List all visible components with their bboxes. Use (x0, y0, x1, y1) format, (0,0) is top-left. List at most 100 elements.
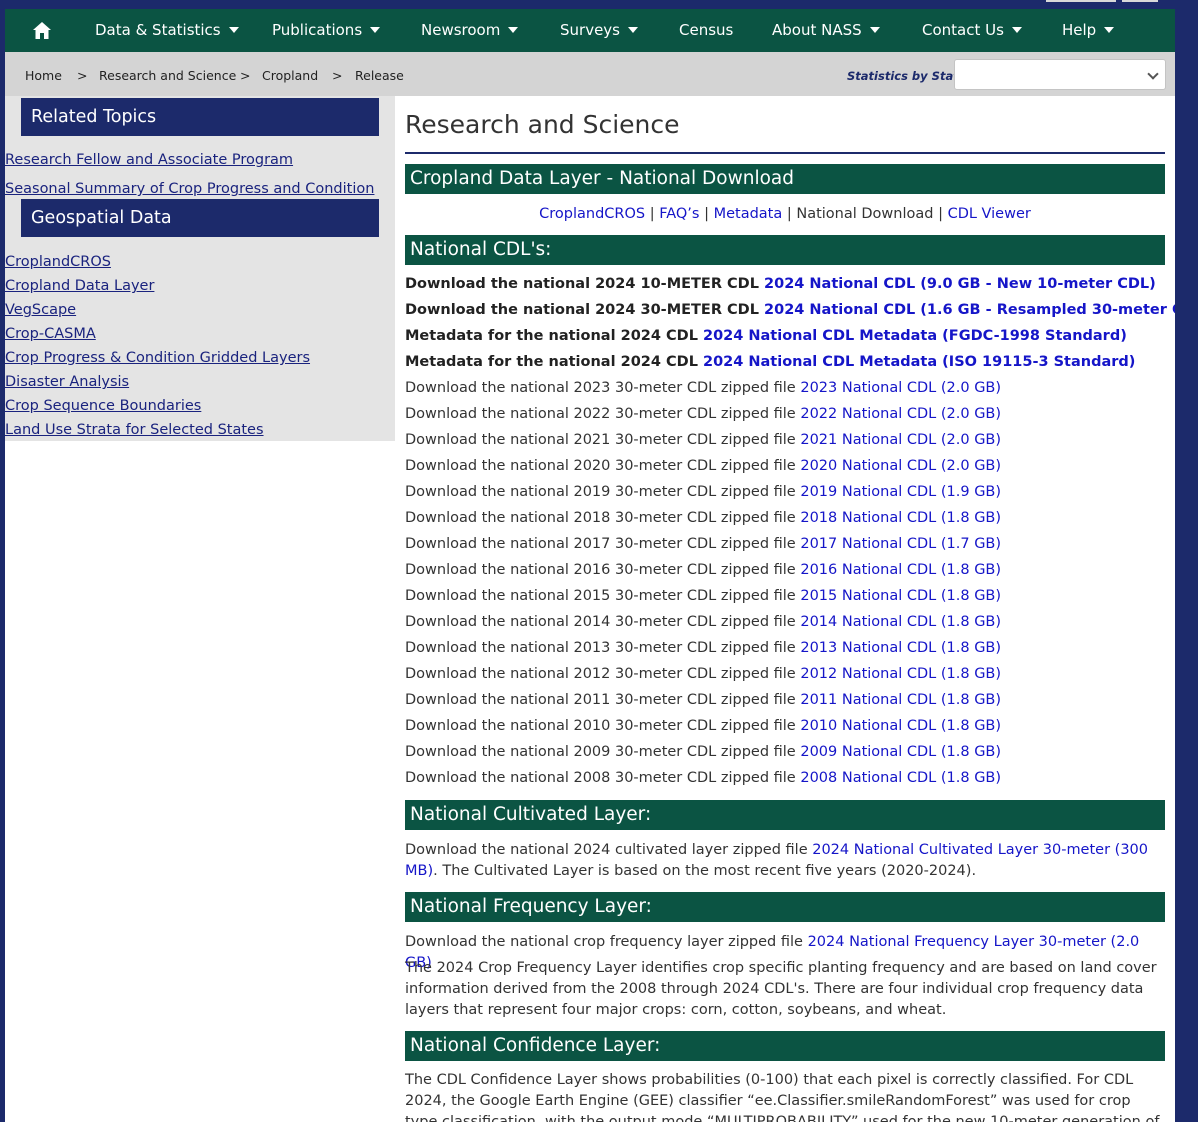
download-link[interactable]: 2011 National CDL (1.8 GB) (800, 692, 1001, 708)
download-row: Download the national 2019 30-meter CDL … (405, 484, 1001, 500)
breadcrumb-separator: > (77, 68, 88, 83)
caret-down-icon (869, 26, 880, 33)
row-text: Download the national 2024 10-METER CDL (405, 276, 765, 292)
row-text: Download the national 2017 30-meter CDL … (405, 536, 801, 552)
nav-contact-us[interactable]: Contact Us (922, 9, 1022, 52)
breadcrumb-separator: > (332, 68, 343, 83)
download-link[interactable]: 2016 National CDL (1.8 GB) (800, 562, 1001, 578)
subnav-separator: | (704, 206, 709, 222)
metadata-row: Metadata for the national 2024 CDL 2024 … (405, 328, 1127, 344)
download-row: Download the national 2013 30-meter CDL … (405, 640, 1001, 656)
download-link[interactable]: 2020 National CDL (2.0 GB) (800, 458, 1001, 474)
breadcrumb-cropland[interactable]: Cropland (262, 52, 318, 96)
section-heading-frequency: National Frequency Layer: (405, 892, 1165, 922)
row-text: Metadata for the national 2024 CDL (405, 328, 703, 344)
download-link[interactable]: 2019 National CDL (1.9 GB) (800, 484, 1001, 500)
row-text: Download the national 2016 30-meter CDL … (405, 562, 801, 578)
download-row: Download the national 2017 30-meter CDL … (405, 536, 1001, 552)
breadcrumb-release: Release (355, 68, 404, 83)
paragraph-text: Download the national 2024 cultivated la… (405, 842, 813, 858)
sidebar-link-crop-casma[interactable]: Crop-CASMA (5, 326, 96, 342)
section-heading-cultivated: National Cultivated Layer: (405, 800, 1165, 830)
metadata-row: Metadata for the national 2024 CDL 2024 … (405, 354, 1135, 370)
download-row: Download the national 2022 30-meter CDL … (405, 406, 1001, 422)
download-row: Download the national 2010 30-meter CDL … (405, 718, 1001, 734)
nav-surveys[interactable]: Surveys (560, 9, 638, 52)
download-link[interactable]: 2012 National CDL (1.8 GB) (800, 666, 1001, 682)
row-text: Download the national 2012 30-meter CDL … (405, 666, 801, 682)
download-link[interactable]: 2014 National CDL (1.8 GB) (800, 614, 1001, 630)
subnav-separator: | (786, 206, 792, 222)
frequency-description: The 2024 Crop Frequency Layer identifies… (405, 960, 1157, 1018)
download-link[interactable]: 2010 National CDL (1.8 GB) (800, 718, 1001, 734)
breadcrumb-separator: > (240, 68, 251, 83)
section-heading-national-cdls: National CDL's: (405, 235, 1165, 265)
subnav-current: National Download (796, 206, 934, 222)
row-text: Download the national 2020 30-meter CDL … (405, 458, 801, 474)
subnav-metadata[interactable]: Metadata (714, 206, 783, 222)
row-text: Download the national 2021 30-meter CDL … (405, 432, 801, 448)
metadata-link[interactable]: 2024 National CDL Metadata (FGDC-1998 St… (703, 328, 1127, 344)
caret-down-icon (628, 26, 638, 33)
nav-label: Help (1062, 21, 1097, 39)
nav-label: Newsroom (421, 21, 501, 39)
metadata-link[interactable]: 2024 National CDL Metadata (ISO 19115-3 … (703, 354, 1135, 370)
nav-label: About NASS (772, 21, 862, 39)
row-text: Download the national 2010 30-meter CDL … (405, 718, 801, 734)
download-link[interactable]: 2009 National CDL (1.8 GB) (800, 744, 1001, 760)
download-link[interactable]: 2023 National CDL (2.0 GB) (800, 380, 1001, 396)
download-row: Download the national 2009 30-meter CDL … (405, 744, 1001, 760)
row-text: Download the national 2013 30-meter CDL … (405, 640, 801, 656)
download-link[interactable]: 2017 National CDL (1.7 GB) (800, 536, 1001, 552)
section-heading-cdl-national: Cropland Data Layer - National Download (405, 164, 1165, 194)
page-title: Research and Science (405, 110, 680, 139)
sidebar-link-research-fellow[interactable]: Research Fellow and Associate Program (5, 152, 293, 168)
sidebar-link-vegscape[interactable]: VegScape (5, 302, 76, 318)
sidebar-link-seasonal-summary[interactable]: Seasonal Summary of Crop Progress and Co… (5, 181, 374, 197)
nav-census[interactable]: Census (679, 9, 733, 52)
cultivated-paragraph: Download the national 2024 cultivated la… (405, 840, 1165, 882)
download-link[interactable]: 2013 National CDL (1.8 GB) (800, 640, 1001, 656)
nav-label: Data & Statistics (95, 21, 221, 39)
page: Data & Statistics Publications Newsroom … (5, 9, 1175, 1122)
download-row: Download the national 2023 30-meter CDL … (405, 380, 1001, 396)
download-link[interactable]: 2021 National CDL (2.0 GB) (800, 432, 1001, 448)
state-select[interactable] (954, 59, 1166, 90)
subnav-cdl-viewer[interactable]: CDL Viewer (948, 206, 1031, 222)
nav-publications[interactable]: Publications (272, 9, 381, 52)
row-text: Download the national 2015 30-meter CDL … (405, 588, 801, 604)
nav-help[interactable]: Help (1062, 9, 1115, 52)
stats-by-state-label: Statistics by State (847, 69, 967, 83)
download-link[interactable]: 2024 National CDL (9.0 GB - New 10-meter… (764, 276, 1156, 292)
download-row: Download the national 2011 30-meter CDL … (405, 692, 1001, 708)
download-link[interactable]: 2018 National CDL (1.8 GB) (800, 510, 1001, 526)
section-heading-confidence: National Confidence Layer: (405, 1031, 1165, 1061)
row-text: Download the national 2008 30-meter CDL … (405, 770, 801, 786)
nav-data-statistics[interactable]: Data & Statistics (95, 9, 239, 52)
breadcrumb-research-science[interactable]: Research and Science (99, 52, 236, 96)
breadcrumb: Home > Research and Science > Cropland >… (5, 52, 1175, 96)
sidebar-link-crop-progress-gridded[interactable]: Crop Progress & Condition Gridded Layers (5, 350, 310, 366)
breadcrumb-home[interactable]: Home (25, 52, 62, 96)
subnav-faqs[interactable]: FAQ’s (659, 206, 699, 222)
download-link[interactable]: 2008 National CDL (1.8 GB) (800, 770, 1001, 786)
subnav-croplandcros[interactable]: CroplandCROS (539, 206, 645, 222)
sidebar-link-disaster-analysis[interactable]: Disaster Analysis (5, 374, 129, 390)
download-row: Download the national 2020 30-meter CDL … (405, 458, 1001, 474)
download-link[interactable]: 2022 National CDL (2.0 GB) (800, 406, 1001, 422)
paragraph-text: . The Cultivated Layer is based on the m… (433, 863, 977, 879)
row-text: Download the national 2009 30-meter CDL … (405, 744, 801, 760)
subnav-separator: | (938, 206, 943, 222)
sidebar-link-croplandcros[interactable]: CroplandCROS (5, 254, 111, 270)
download-link[interactable]: 2015 National CDL (1.8 GB) (800, 588, 1001, 604)
sidebar-link-crop-sequence-boundaries[interactable]: Crop Sequence Boundaries (5, 398, 201, 414)
download-row: Download the national 2024 30-METER CDL … (405, 302, 1175, 318)
sidebar-link-cropland-data-layer[interactable]: Cropland Data Layer (5, 278, 154, 294)
nav-newsroom[interactable]: Newsroom (421, 9, 519, 52)
download-row: Download the national 2016 30-meter CDL … (405, 562, 1001, 578)
caret-down-icon (228, 26, 239, 33)
download-link[interactable]: 2024 National CDL (1.6 GB - Resampled 30… (764, 302, 1175, 318)
sidebar-link-land-use-strata[interactable]: Land Use Strata for Selected States (5, 422, 264, 438)
home-icon[interactable] (33, 22, 51, 39)
nav-about-nass[interactable]: About NASS (772, 9, 880, 52)
